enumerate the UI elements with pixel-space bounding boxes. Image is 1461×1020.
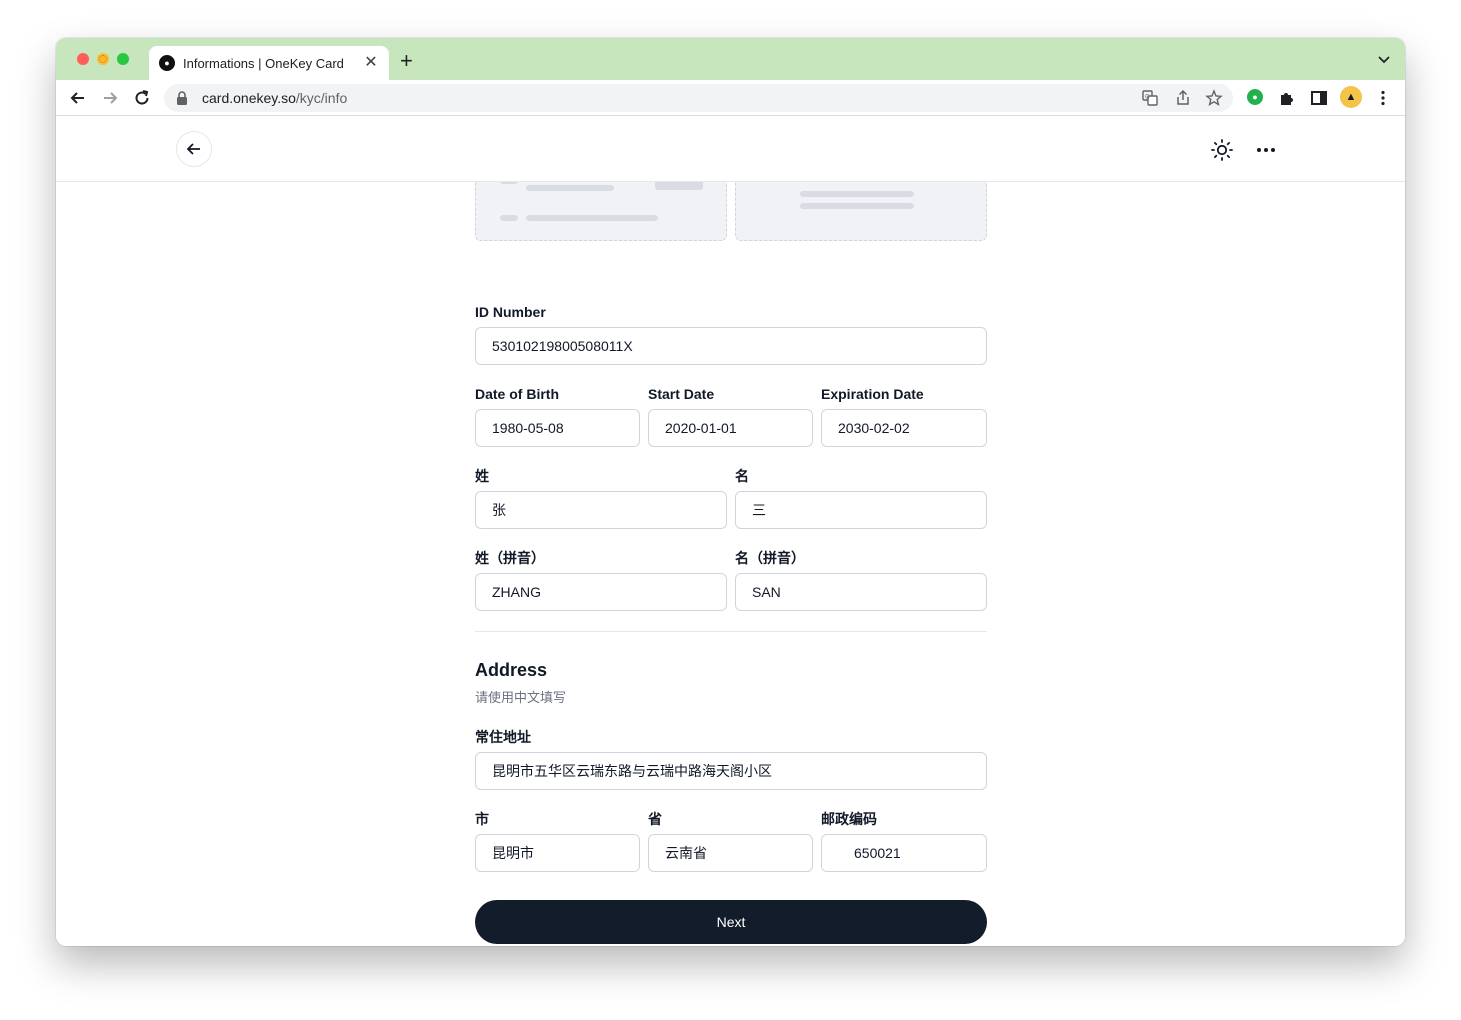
new-tab-button[interactable]: + xyxy=(400,50,413,72)
url-path: /kyc/info xyxy=(295,90,348,106)
share-icon[interactable] xyxy=(1174,89,1192,107)
city-field: 市 昆明市 xyxy=(475,810,640,872)
address-section-subtitle: 请使用中文填写 xyxy=(475,690,567,705)
app-header xyxy=(56,117,1405,182)
surname-field: 姓 张 xyxy=(475,467,727,529)
city-label: 市 xyxy=(475,811,489,827)
browser-window: ● Informations | OneKey Card ✕ + card.on… xyxy=(56,38,1405,946)
given-name-pinyin-input[interactable]: SAN xyxy=(735,573,987,611)
surname-input[interactable]: 张 xyxy=(475,491,727,529)
given-name-field: 名 三 xyxy=(735,467,987,529)
svg-text:G: G xyxy=(1145,94,1150,101)
surname-pinyin-label: 姓（拼音） xyxy=(475,550,545,566)
address-bar[interactable]: card.onekey.so/kyc/info G xyxy=(164,84,1233,112)
close-window-button[interactable] xyxy=(77,53,89,65)
translate-icon[interactable]: G xyxy=(1141,89,1159,107)
url-text: card.onekey.so/kyc/info xyxy=(202,90,347,106)
residence-address-label: 常住地址 xyxy=(475,729,531,745)
maximize-window-button[interactable] xyxy=(117,53,129,65)
surname-label: 姓 xyxy=(475,468,489,484)
minimize-window-button[interactable] xyxy=(97,53,109,65)
expiration-date-field: Expiration Date 2030-02-02 xyxy=(821,385,987,447)
city-input[interactable]: 昆明市 xyxy=(475,834,640,872)
id-number-field: ID Number 53010219800508011X xyxy=(475,303,987,365)
arrow-left-icon xyxy=(186,143,200,155)
id-number-input[interactable]: 53010219800508011X xyxy=(475,327,987,365)
surname-pinyin-input[interactable]: ZHANG xyxy=(475,573,727,611)
start-date-input[interactable]: 2020-01-01 xyxy=(648,409,813,447)
back-button[interactable] xyxy=(176,131,212,167)
expiration-date-label: Expiration Date xyxy=(821,386,924,402)
chevron-down-icon[interactable] xyxy=(1377,52,1391,66)
start-date-label: Start Date xyxy=(648,386,715,402)
lock-icon xyxy=(177,91,187,105)
dob-field: Date of Birth 1980-05-08 xyxy=(475,385,640,447)
residence-address-field: 常住地址 昆明市五华区云瑞东路与云瑞中路海天阁小区 xyxy=(475,728,987,790)
menu-kebab-icon[interactable] xyxy=(1374,89,1392,107)
more-horizontal-icon[interactable] xyxy=(1254,138,1278,162)
side-panel-icon[interactable] xyxy=(1310,89,1328,107)
given-name-pinyin-field: 名（拼音） SAN xyxy=(735,549,987,611)
given-name-label: 名 xyxy=(735,468,749,484)
forward-arrow-icon[interactable] xyxy=(100,88,120,108)
province-input[interactable]: 云南省 xyxy=(648,834,813,872)
residence-address-input[interactable]: 昆明市五华区云瑞东路与云瑞中路海天阁小区 xyxy=(475,752,987,790)
postal-code-field: 邮政编码 650021 xyxy=(821,810,987,872)
tab-title: Informations | OneKey Card xyxy=(183,55,344,71)
surname-pinyin-field: 姓（拼音） ZHANG xyxy=(475,549,727,611)
back-arrow-icon[interactable] xyxy=(68,88,88,108)
province-label: 省 xyxy=(648,811,662,827)
bookmark-star-icon[interactable] xyxy=(1205,89,1223,107)
url-host: card.onekey.so xyxy=(202,90,296,106)
postal-code-input[interactable]: 650021 xyxy=(821,834,987,872)
extensions-puzzle-icon[interactable] xyxy=(1278,89,1296,107)
start-date-field: Start Date 2020-01-01 xyxy=(648,385,813,447)
onekey-extension-icon[interactable]: ● xyxy=(1247,89,1263,105)
id-number-label: ID Number xyxy=(475,304,546,320)
tab-bar: ● Informations | OneKey Card ✕ + xyxy=(56,38,1405,80)
browser-tab[interactable]: ● Informations | OneKey Card ✕ xyxy=(149,46,389,80)
profile-avatar[interactable]: ▲ xyxy=(1340,86,1362,108)
given-name-pinyin-label: 名（拼音） xyxy=(735,550,805,566)
section-divider xyxy=(475,631,987,632)
sun-icon[interactable] xyxy=(1210,138,1234,162)
browser-toolbar: card.onekey.so/kyc/info G ● ▲ xyxy=(56,80,1405,116)
dob-input[interactable]: 1980-05-08 xyxy=(475,409,640,447)
tab-close-icon[interactable]: ✕ xyxy=(363,55,379,71)
postal-code-label: 邮政编码 xyxy=(821,811,877,827)
onekey-favicon-icon: ● xyxy=(159,55,175,71)
dob-label: Date of Birth xyxy=(475,386,559,402)
province-field: 省 云南省 xyxy=(648,810,813,872)
page-content: ID Number 53010219800508011X Date of Bir… xyxy=(56,117,1405,946)
expiration-date-input[interactable]: 2030-02-02 xyxy=(821,409,987,447)
next-button[interactable]: Next xyxy=(475,900,987,944)
given-name-input[interactable]: 三 xyxy=(735,491,987,529)
address-section-title: Address xyxy=(475,660,548,680)
reload-icon[interactable] xyxy=(132,88,152,108)
